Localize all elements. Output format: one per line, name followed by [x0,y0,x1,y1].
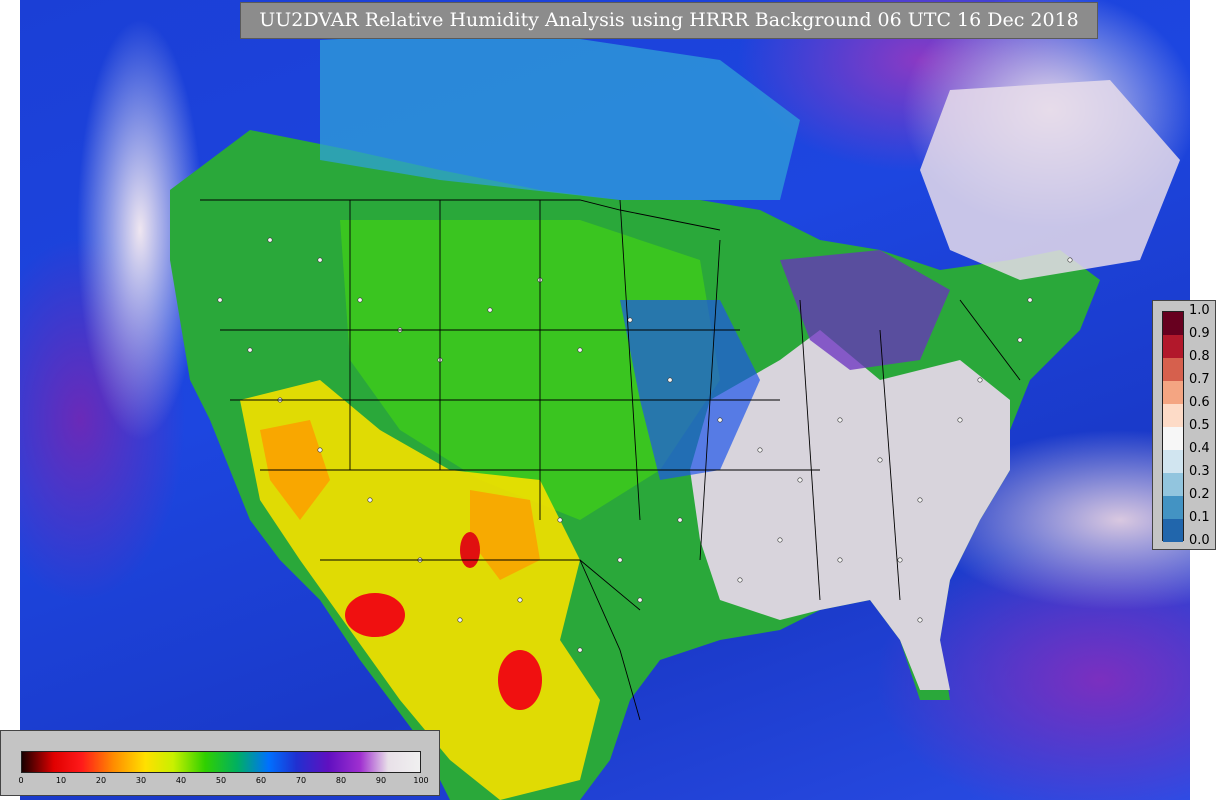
obs-colorbar-bar [1162,311,1184,542]
obs-colorbar-segment [1163,381,1183,404]
obs-colorbar-segment [1163,496,1183,519]
obs-colorbar-tick: 0.0 [1189,533,1210,548]
obs-colorbar-segment [1163,335,1183,358]
obs-colorbar-segment [1163,473,1183,496]
obs-colorbar-segment [1163,404,1183,427]
obs-colorbar-segment [1163,312,1183,335]
rh-colorbar-tick: 10 [55,776,67,785]
dry-red-mexico [498,650,542,710]
obs-colorbar-tick: 0.1 [1189,510,1210,525]
rh-analysis-map [20,0,1190,800]
obs-colorbar-tick: 0.2 [1189,487,1210,502]
rh-colorbar-tick: 0 [18,776,24,785]
obs-colorbar-tick: 0.7 [1189,372,1210,387]
obs-colorbar-segment [1163,427,1183,450]
rh-colorbar-tick: 40 [175,776,187,785]
obs-colorbar-tick: 1.0 [1189,303,1210,318]
obs-colorbar-tick: 0.5 [1189,418,1210,433]
obs-colorbar-tick: 0.3 [1189,464,1210,479]
rh-colorbar-tick: 70 [295,776,307,785]
obs-colorbar-tick: 0.6 [1189,395,1210,410]
rh-colorbar-tick: 90 [375,776,387,785]
rh-colorbar: 0 10 20 30 40 50 60 70 80 90 100 [0,730,440,796]
rh-colorbar-tick: 20 [95,776,107,785]
obs-colorbar-tick: 0.8 [1189,349,1210,364]
rh-colorbar-tick: 100 [413,776,429,785]
rh-colorbar-tick: 80 [335,776,347,785]
rh-colorbar-tick: 60 [255,776,267,785]
obs-colorbar-segment [1163,519,1183,542]
rh-colorbar-tick: 30 [135,776,147,785]
obs-colorbar-segment [1163,450,1183,473]
obs-colorbar-tick: 0.9 [1189,326,1210,341]
obs-colorbar-tick: 0.4 [1189,441,1210,456]
dry-red-baja [345,593,405,637]
rh-colorbar-bar [21,751,421,773]
dry-red-nm [460,532,480,568]
rh-colorbar-tick: 50 [215,776,227,785]
obs-colorbar-segment [1163,358,1183,381]
map-graphic [170,30,1180,800]
northeast-light [920,80,1180,280]
map-title: UU2DVAR Relative Humidity Analysis using… [240,2,1098,39]
obs-colorbar: 1.0 0.9 0.8 0.7 0.6 0.5 0.4 0.3 0.2 0.1 0.0 [1152,300,1216,550]
